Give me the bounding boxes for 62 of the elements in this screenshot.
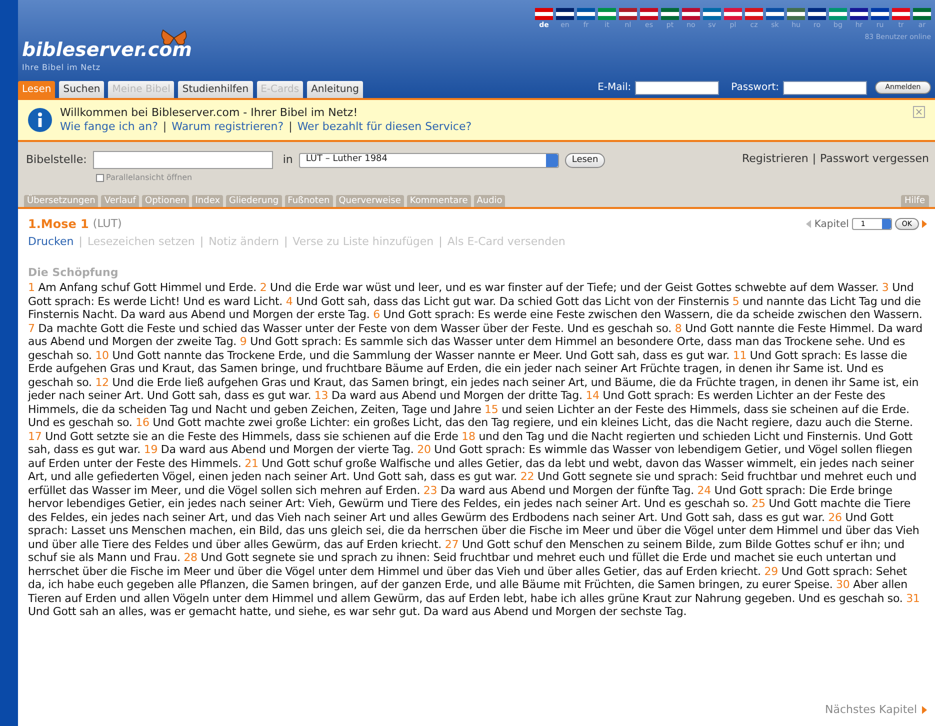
section-heading: Die Schöpfung	[28, 264, 120, 280]
nav-tab[interactable]: Anleitung	[307, 81, 363, 98]
flag-icon[interactable]	[577, 8, 595, 20]
tool-tab[interactable]: Kommentare	[406, 195, 471, 207]
link-separator: |	[288, 120, 292, 134]
parallel-label: Parallelansicht öffnen	[106, 172, 192, 184]
info-icon	[28, 108, 52, 132]
tool-tab[interactable]: Optionen	[142, 195, 190, 207]
help-tab[interactable]: Hilfe	[900, 195, 929, 207]
nav-tab[interactable]: Lesen	[18, 81, 56, 98]
action-link[interactable]: Drucken	[28, 234, 74, 250]
link-separator: |	[284, 234, 288, 250]
translation-code: (LUT)	[92, 216, 122, 232]
translation-select[interactable]: LUT – Luther 1984	[298, 152, 559, 168]
passage-label: Bibelstelle:	[26, 152, 87, 168]
chapter-text: 1 Am Anfang schuf Gott Himmel und Erde. 2 Und die Erde war wüst und leer, und es war finster auf der Tiefe; und der Geist Gottes schwebte auf dem Wasser. 3 Und Gott sprach: Es werde Licht! Und es ward Licht. 4 Und Gott sah, dass das Licht gut war. Da schied Gott das Licht von der Finsternis 5 und nannte das Licht Tag und die Finsternis Nacht. Da ward aus Abend und Morgen der erste Tag. 6 Und Gott sprach: Es werde eine Feste zwischen den Wassern, die da scheide zwischen den Wassern. 7 Da machte Gott die Feste und schied das Wasser unter der Feste von dem Wasser über der Feste. Und es geschah so. 8 Und Gott nannte die Feste Himmel. Da ward aus Abend und Morgen der zweite Tag. 9 Und Gott sprach: Es sammle sich das Wasser unter dem Himmel an besondere Orte, dass man das Trockene sehe. Und es geschah so. 10 Und Gott nannte das Trockene Erde, und die Sammlung der Wasser nannte er Meer. Und Gott sah, dass es gut war. 11 Und Gott sprach: Es lasse die Erde aufgehen Gras und Kraut, das Samen bringe, und fruchtbare Bäume auf Erden, die ein jeder nach seiner Art Früchte tragen, in denen ihr Same ist. Und es geschah so. 12 Und die Erde ließ aufgehen Gras und Kraut, das Samen bringt, ein jedes nach seiner Art, und Bäume, die da Früchte tragen, in denen ihr Same ist, ein jeder nach seiner Art. Und Gott sah, dass es gut war. 13 Da ward aus Abend und Morgen der dritte Tag. 14 Und Gott sprach: Es werden Lichter an der Feste des Himmels, die da scheiden Tag und Nacht und geben Zeichen, Zeiten, Tage und Jahre 15 und seien Lichter an der Feste des Himmels, dass sie scheinen auf die Erde. Und es geschah so. 16 Und Gott machte zwei große Lichter: ein großes Licht, das den Tag regiere, und ein kleines Licht, das die Nacht regiere, dazu auch die Sterne. 17 Und Gott setzte sie an die Feste des Himmels, dass sie schienen auf die Erde 18 und den Tag und die Nacht regierten und schieden Licht und Finsternis. Und Gott sah, dass es gut war. 19 Da ward aus Abend und Morgen der vierte Tag. 20 Und Gott sprach: Es wimmle das Wasser von lebendigem Getier, und Vögel sollen fliegen auf Erden unter der Feste des Himmels. 21 Und Gott schuf große Walfische und alles Getier, das da lebt und webt, davon das Wasser wimmelt, ein jedes nach seiner Art, und alle gefiederten Vögel, einen jeden nach seiner Art. Und Gott sah, dass es gut war. 22 Und Gott segnete sie und sprach: Seid fruchtbar und mehret euch und erfüllet das Wasser im Meer, und die Vögel sollen sich mehren auf Erden. 23 Da ward aus Abend und Morgen der fünfte Tag. 24 Und Gott sprach: Die Erde bringe hervor lebendiges Getier, ein jedes nach seiner Art: Vieh, Gewürm und Tiere des Feldes, ein jedes nach seiner Art. Und es geschah so. 25 Und Gott machte die Tiere des Feldes, ein jedes nach seiner Art, und das Vieh nach seiner Art und alles Gewürm des Erdbodens nach seiner Art. Und Gott sah, dass es gut war. 26 Und Gott sprach: Lasset uns Menschen machen, ein Bild, das uns gleich sei, die da herrschen über die Fische im Meer und über die Vögel unter dem Himmel und über das Vieh und über alle Tiere des Feldes und über alles Gewürm, das auf Erden kriecht. 27 Und Gott schuf den Menschen zu seinem Bilde, zum Bilde Gottes schuf er ihn; und schuf sie als Mann und Frau. 28 Und Gott segnete sie und sprach zu ihnen: Seid fruchtbar und mehret euch und füllet die Erde und machet sie euch untertan und herrschet über die Fische im Meer und über die Vögel unter dem Himmel und über das Vieh und über alles Getier, das auf Erden kriecht. 29 Und Gott sprach: Sehet da, ich habe euch gegeben alle Pflanzen, die Samen bringen, auf der ganzen Erde, und alle Bäume mit Früchten, die Samen bringen, zu eurer Speise. 30 Aber allen Tieren auf Erden und allen Vögeln unter dem Himmel und allem Gewürm, das auf Erden lebt, habe ich alles grüne Kraut zur Nahrung gegeben. Und es geschah so. 31 Und Gott sah an alles, was er gemacht hatte, und siehe, es war sehr gut. Da ward aus Abend und Morgen der sechste Tag.	[28, 281, 924, 618]
help-link[interactable]: Wer bezahlt für diesen Service?	[297, 120, 472, 134]
chapter-label: Kapitel	[814, 218, 849, 232]
logo-text[interactable]: bibleserver.com	[22, 41, 192, 60]
password-label: Passwort:	[731, 81, 779, 95]
welcome-text: Willkommen bei Bibleserver.com - Ihrer Bibel im Netz!	[60, 106, 359, 120]
chapter-title: 1.Mose 1	[28, 216, 89, 233]
flag-icon[interactable]	[619, 8, 637, 20]
next-chapter-link[interactable]: Nächstes Kapitel	[825, 702, 917, 718]
link-separator: |	[438, 234, 442, 250]
logo-tagline: Ihre Bibel im Netz	[22, 62, 102, 74]
tool-tab[interactable]: Audio	[474, 195, 506, 207]
close-button[interactable]: ×	[913, 106, 925, 118]
read-button[interactable]: Lesen	[564, 152, 606, 168]
flag-icon[interactable]	[808, 8, 826, 20]
flag-icon[interactable]	[661, 8, 679, 20]
link-separator: |	[812, 151, 816, 167]
flag-icon[interactable]	[850, 8, 868, 20]
tool-tab[interactable]: Fußnoten	[284, 195, 333, 207]
register-link[interactable]: Registrieren	[742, 151, 808, 184]
password-field[interactable]	[783, 80, 867, 94]
tool-tab[interactable]: Verlauf	[101, 195, 139, 207]
help-link[interactable]: Warum registrieren?	[172, 120, 284, 134]
email-field[interactable]	[635, 80, 720, 94]
nav-tab[interactable]: Studienhilfen	[178, 81, 253, 98]
flag-icon[interactable]	[640, 8, 658, 20]
flag-icon[interactable]	[766, 8, 784, 20]
flag-icon[interactable]	[682, 8, 700, 20]
tool-tab[interactable]: Übersetzungen	[24, 195, 98, 207]
flag-icon[interactable]	[556, 8, 574, 20]
tool-tab[interactable]: Gliederung	[226, 195, 282, 207]
tool-tab[interactable]: Index	[192, 195, 224, 207]
link-separator: |	[162, 120, 167, 134]
tool-tab[interactable]: Querverweise	[336, 195, 404, 207]
flag-icon[interactable]	[913, 8, 931, 20]
parallel-checkbox[interactable]	[96, 174, 104, 182]
in-label: in	[282, 152, 293, 168]
passage-field[interactable]	[92, 151, 273, 169]
flag-icon[interactable]	[871, 8, 889, 20]
link-separator: |	[200, 234, 204, 250]
link-separator: |	[78, 234, 82, 250]
next-arrow-icon[interactable]	[922, 706, 927, 714]
forgot-password-link[interactable]: Passwort vergessen	[820, 151, 929, 184]
next-arrow-icon[interactable]	[922, 220, 927, 228]
help-link[interactable]: Wie fange ich an?	[60, 120, 158, 134]
email-label: E-Mail:	[598, 81, 632, 95]
nav-tab[interactable]: Suchen	[59, 81, 104, 98]
